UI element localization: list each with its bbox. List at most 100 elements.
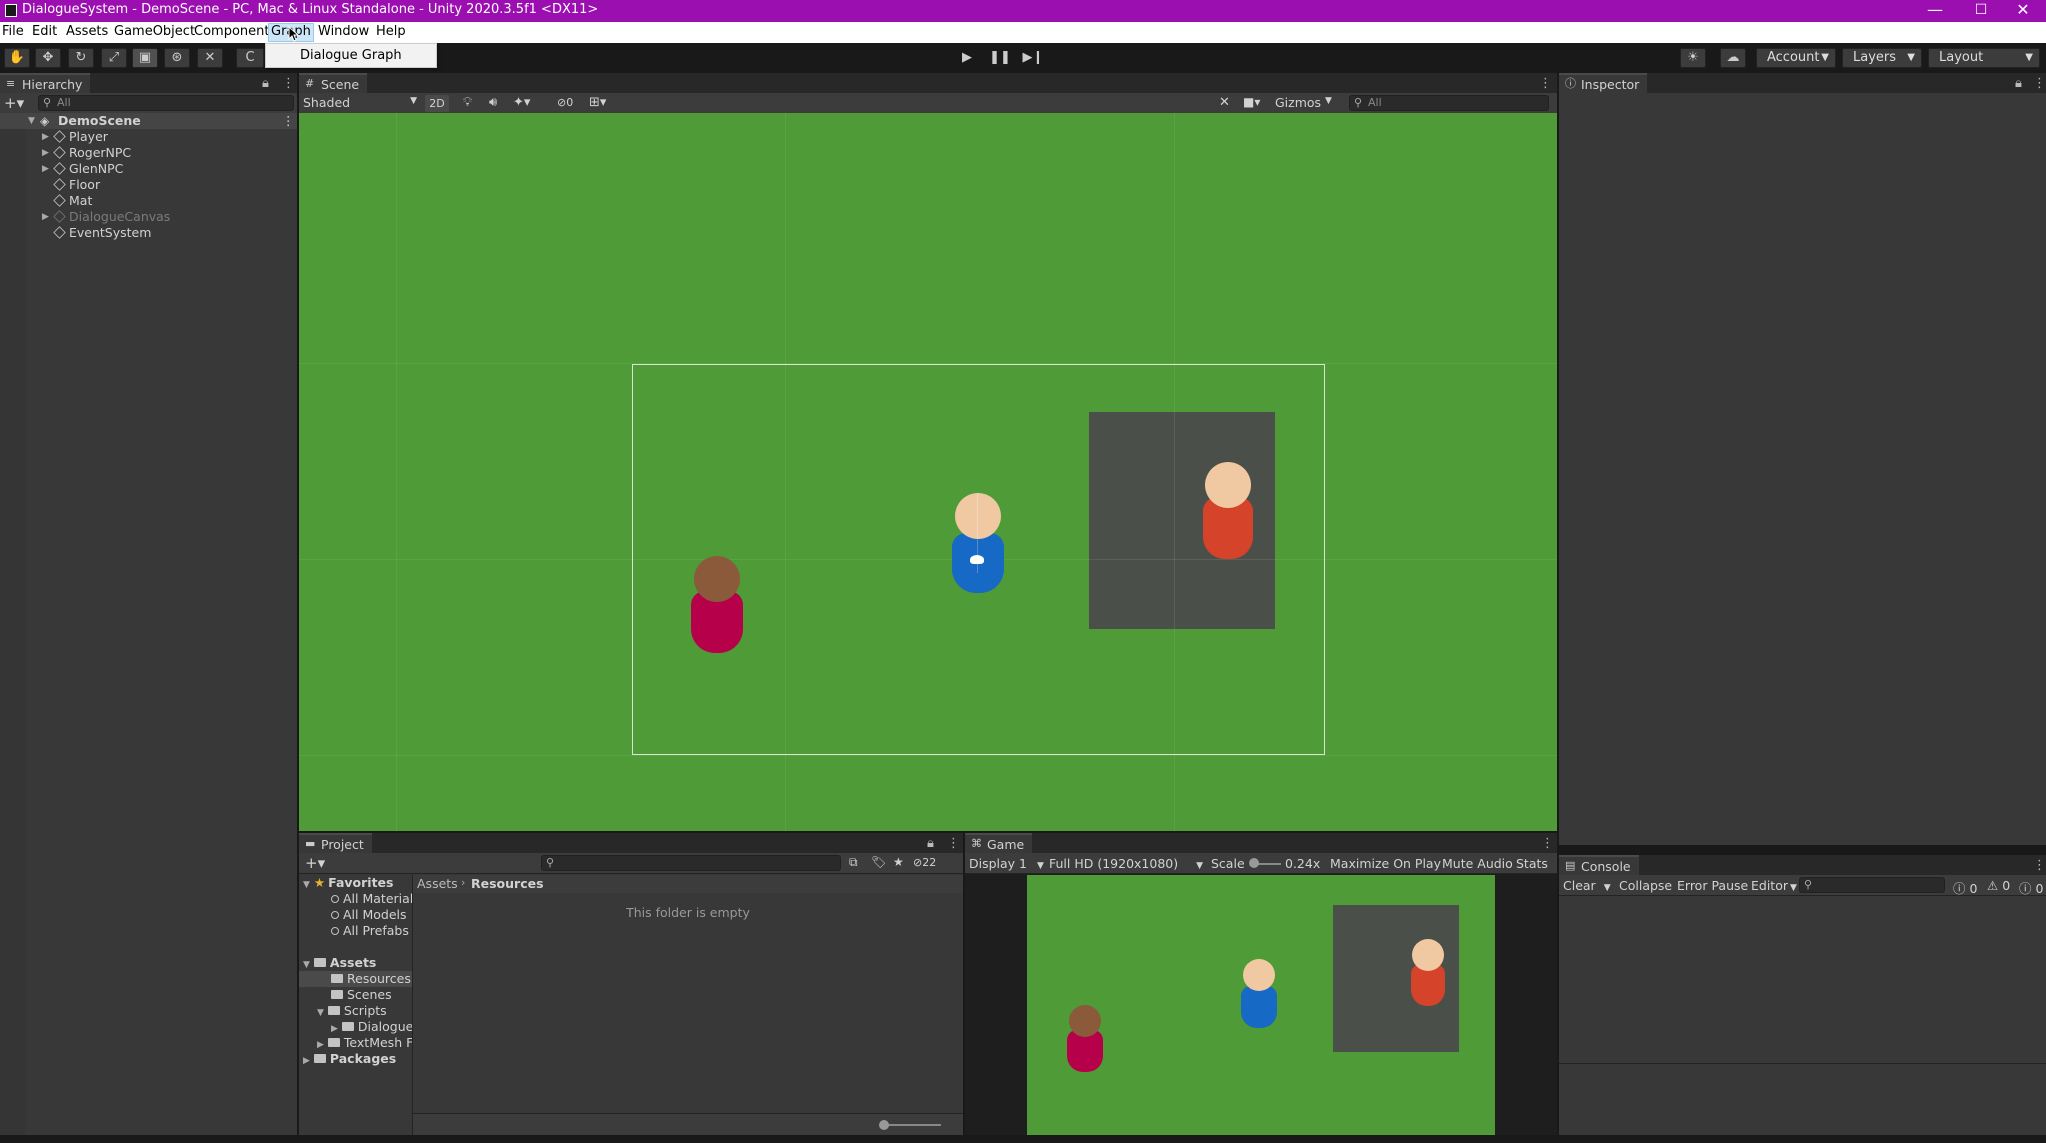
custom-tool-icon[interactable]: ✕ [197,48,223,68]
icon-size-slider-thumb[interactable] [879,1120,889,1130]
hierarchy-item[interactable]: Mat [0,193,297,209]
scale-slider-thumb[interactable] [1249,858,1259,868]
error-count[interactable]: ⓘ 0 [2019,878,2043,897]
scene-viewport[interactable] [299,113,1557,831]
asset-folder-selected[interactable]: Resources [299,971,412,987]
maximize-on-play-toggle[interactable]: Maximize On Play [1330,856,1441,871]
scale-tool-icon[interactable]: ⤢ [101,48,127,68]
menu-dialogue-graph[interactable]: Dialogue Graph [300,48,402,63]
menu-file[interactable]: File [2,24,24,39]
hierarchy-item[interactable]: ▶ RogerNPC [0,145,297,161]
tab-hierarchy[interactable]: ≡ Hierarchy [0,73,91,93]
cloud-icon[interactable]: ☁ [1720,48,1746,68]
lock-icon[interactable]: 🔒︎ [262,76,269,91]
layers-dropdown[interactable]: Layers ▼ [1842,48,1922,68]
pivot-toggle-icon[interactable]: C [236,48,264,68]
menu-gameobject[interactable]: GameObject [114,24,195,39]
hand-tool-icon[interactable]: ✋ [4,48,30,68]
hidden-objects-icon[interactable]: ⊘0 [557,96,573,109]
editor-dropdown[interactable]: Editor ▼ [1751,878,1797,893]
glen-npc-head[interactable] [1205,462,1251,508]
asset-folder[interactable]: ▶ TextMesh F [317,1035,412,1051]
error-pause-toggle[interactable]: Error Pause [1677,878,1748,893]
lighting-icon[interactable]: 💡︎ [463,95,472,110]
warning-count[interactable]: ⚠ 0 [1987,878,2010,893]
hierarchy-item-disabled[interactable]: ▶ DialogueCanvas [0,209,297,225]
tab-scene[interactable]: # Scene [299,73,368,93]
tab-inspector[interactable]: ⓘ Inspector [1559,73,1648,93]
menu-component[interactable]: Component [194,24,269,39]
asset-folder[interactable]: ▼ Scripts [317,1003,387,1019]
player-head[interactable] [955,493,1001,539]
breadcrumb-root[interactable]: Assets [417,876,458,891]
game-viewport[interactable] [1027,875,1495,1135]
favorite-item[interactable]: All Material [331,891,413,907]
maximize-button[interactable]: ☐ [1958,0,2004,22]
play-button[interactable]: ▶ [954,48,980,68]
shading-mode-dropdown[interactable]: Shaded ▼ [303,95,421,112]
hierarchy-scene-row[interactable]: ▼ ◈ DemoScene ⋮ [0,113,297,129]
filter-type-icon[interactable]: ⧉ [849,855,858,870]
icon-size-slider-track[interactable] [883,1124,941,1126]
kebab-menu-icon[interactable]: ⋮ [2033,858,2046,873]
tab-game[interactable]: ⌘ Game [965,833,1033,853]
collapse-toggle[interactable]: Collapse [1619,878,1672,893]
breadcrumb-current[interactable]: Resources [471,876,544,891]
kebab-menu-icon[interactable]: ⋮ [2033,76,2046,91]
minimize-button[interactable]: — [1912,0,1958,22]
menu-window[interactable]: Window [318,24,369,39]
pivot-handle-icon[interactable] [970,555,984,564]
gizmos-dropdown[interactable]: Gizmos ▼ [1275,95,1332,112]
favorite-item[interactable]: All Models [331,907,407,923]
hierarchy-item[interactable]: ▶ GlenNPC [0,161,297,177]
display-dropdown[interactable]: Display 1 ▼ [969,856,1044,871]
collab-icon[interactable]: ☀ [1680,48,1706,68]
hierarchy-item[interactable]: ▶ Player [0,129,297,145]
add-icon[interactable]: +▾ [4,94,24,112]
effects-icon[interactable]: ✦▾ [513,95,530,110]
2d-toggle[interactable]: 2D [425,95,449,112]
tools-icon[interactable]: ✕ [1219,95,1230,110]
assets-header[interactable]: ▼ Assets [303,955,376,971]
resolution-dropdown[interactable]: Full HD (1920x1080) ▼ [1049,856,1203,871]
asset-folder[interactable]: ▶ Dialogue [331,1019,412,1035]
rotate-tool-icon[interactable]: ↻ [68,48,94,68]
hierarchy-search-input[interactable]: All [38,95,294,111]
tab-console[interactable]: ▤ Console [1559,855,1639,875]
clear-button[interactable]: Clear ▼ [1563,878,1611,893]
kebab-menu-icon[interactable]: ⋮ [282,76,295,91]
add-icon[interactable]: +▾ [305,854,325,872]
lock-icon[interactable]: 🔒︎ [927,836,934,851]
menu-edit[interactable]: Edit [32,24,57,39]
transform-tool-icon[interactable]: ⊛ [164,48,190,68]
kebab-menu-icon[interactable]: ⋮ [282,113,295,129]
pause-button[interactable]: ❚❚ [987,48,1013,68]
kebab-menu-icon[interactable]: ⋮ [1539,76,1552,91]
project-search-input[interactable] [541,855,841,871]
kebab-menu-icon[interactable]: ⋮ [1541,836,1554,851]
hierarchy-item[interactable]: Floor [0,177,297,193]
step-button[interactable]: ▶❙ [1020,48,1046,68]
hidden-packages-icon[interactable]: ⊘22 [913,856,936,869]
mute-audio-toggle[interactable]: Mute Audio [1442,856,1513,871]
favorites-header[interactable]: ▼ ★ Favorites [303,875,393,891]
stats-toggle[interactable]: Stats [1516,856,1548,871]
account-dropdown[interactable]: Account ▼ [1756,48,1836,68]
layout-dropdown[interactable]: Layout ▼ [1928,48,2040,68]
menu-help[interactable]: Help [376,24,406,39]
kebab-menu-icon[interactable]: ⋮ [947,836,960,851]
tab-project[interactable]: ▬ Project [299,833,372,853]
move-tool-icon[interactable]: ✥ [35,48,61,68]
lock-icon[interactable]: 🔒︎ [2015,76,2022,91]
grid-toggle-icon[interactable]: ⊞▾ [589,95,606,110]
hierarchy-item[interactable]: EventSystem [0,225,297,241]
filter-label-icon[interactable]: 🏷︎ [871,855,886,869]
rect-tool-icon[interactable]: ▣ [132,48,158,68]
asset-folder[interactable]: Scenes [331,987,392,1003]
scene-search-input[interactable]: All [1349,95,1549,111]
audio-icon[interactable]: 🔊︎ [489,95,497,110]
console-search-input[interactable] [1799,877,1945,893]
close-button[interactable]: ✕ [2000,0,2046,22]
packages-header[interactable]: ▶ Packages [303,1051,396,1067]
camera-icon[interactable]: ■▾ [1243,95,1260,109]
